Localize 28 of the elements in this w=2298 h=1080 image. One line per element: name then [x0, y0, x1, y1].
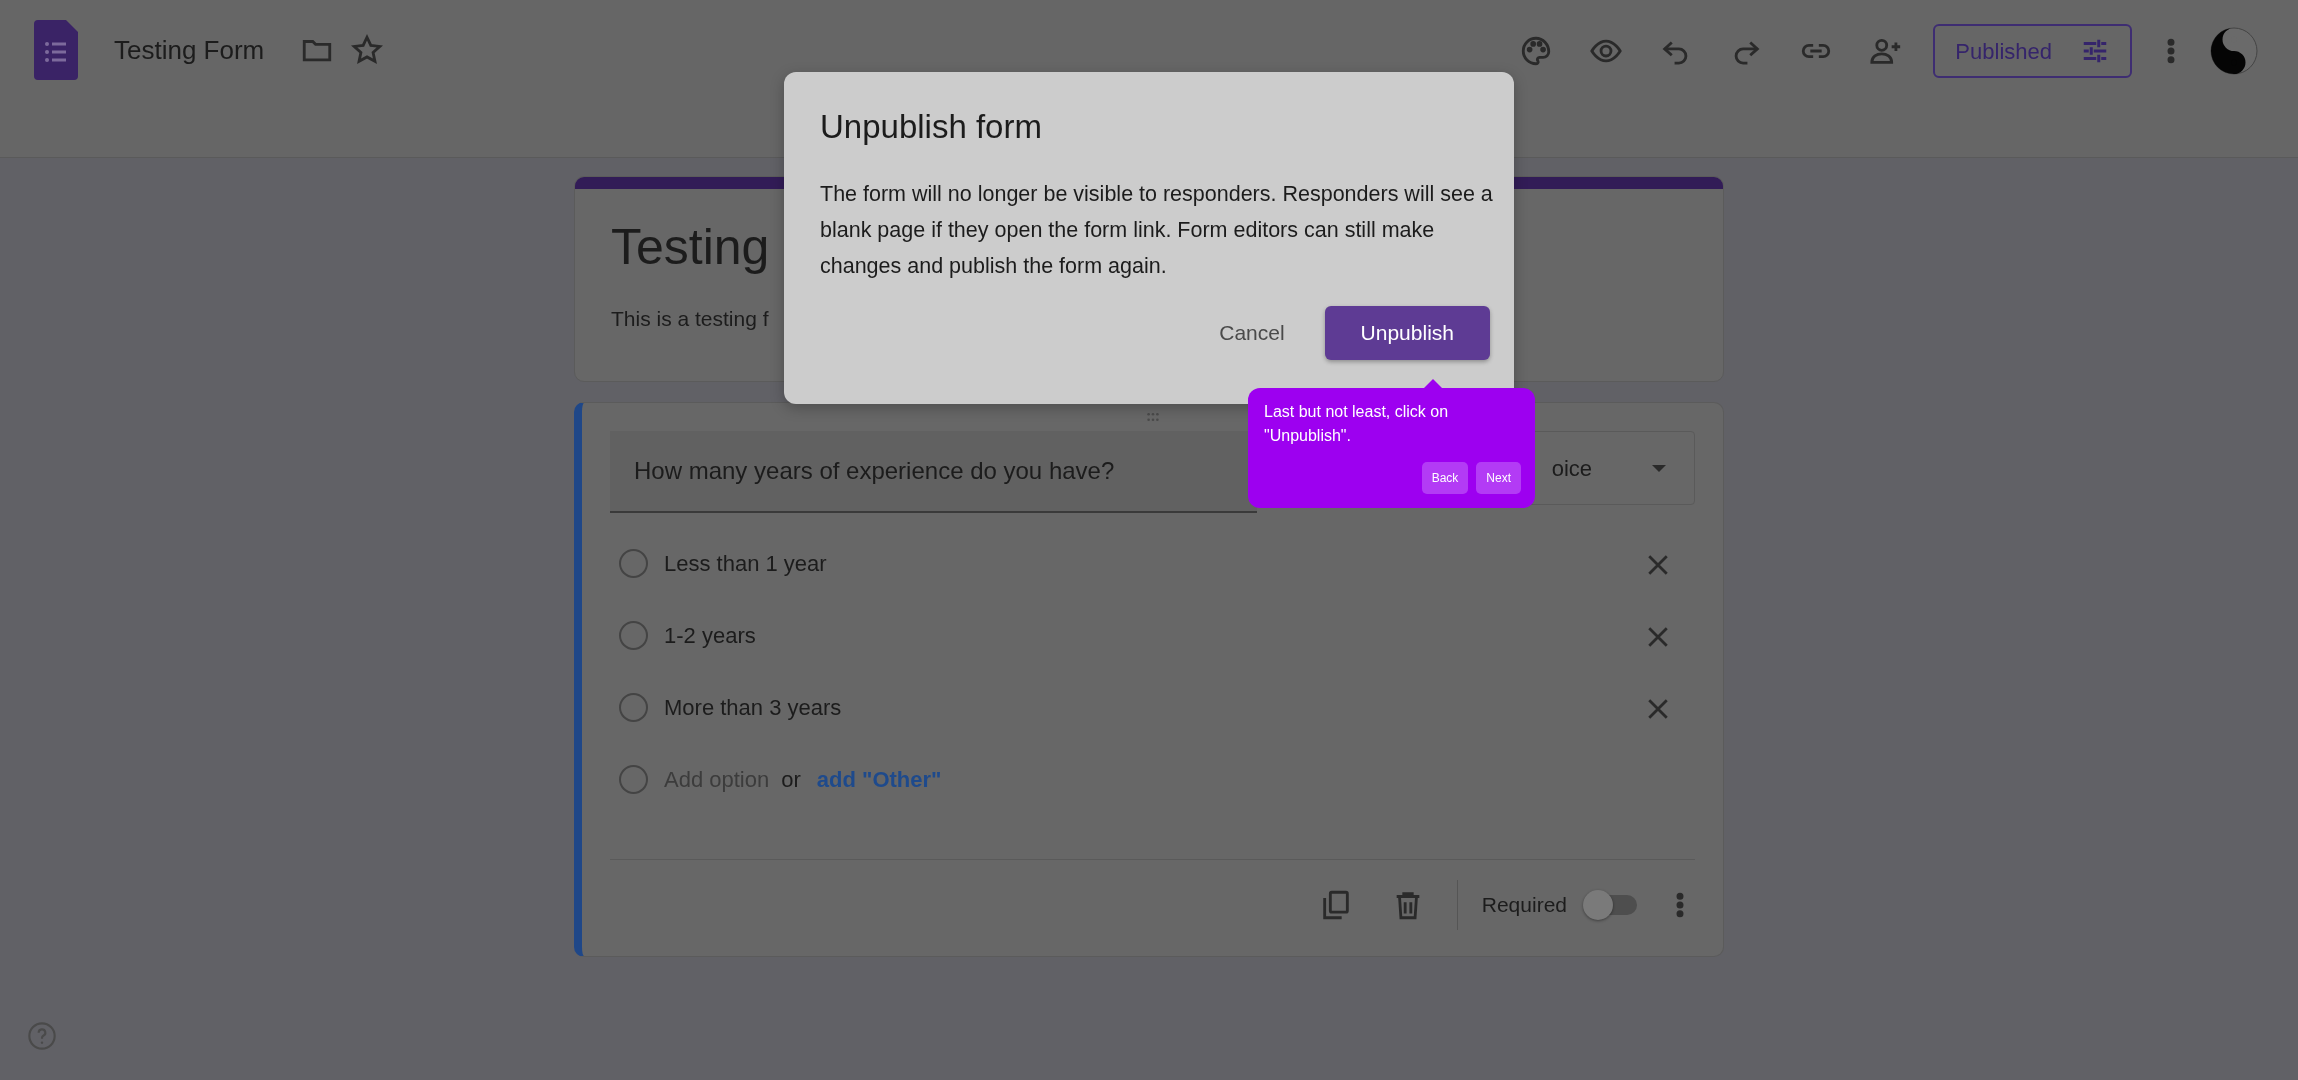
tooltip-message: Last but not least, click on "Unpublish".	[1264, 402, 1450, 446]
avatar-icon[interactable]	[2210, 27, 2258, 75]
published-button[interactable]: Published	[1933, 24, 2132, 78]
forms-logo-icon[interactable]	[34, 20, 78, 80]
dropdown-caret-icon	[1652, 464, 1666, 472]
radio-button[interactable]	[619, 764, 648, 794]
help-icon[interactable]	[26, 1020, 58, 1052]
add-other-link[interactable]: add "Other"	[816, 762, 942, 796]
cancel-button[interactable]: Cancel	[1195, 305, 1309, 360]
radio-button[interactable]	[619, 548, 648, 578]
form-heading: Testing	[611, 219, 770, 275]
dialog-title: Unpublish form	[820, 107, 1043, 147]
dialog-message: The form will no longer be visible to responders. Responders will see a blank page if they open the form link. Form editors can still make changes and publish the form again.	[820, 180, 1494, 280]
unpublish-button[interactable]: Unpublish	[1324, 305, 1490, 360]
form-description: This is a testing f	[611, 307, 769, 330]
radio-button[interactable]	[619, 692, 648, 722]
radio-button[interactable]	[619, 620, 648, 650]
required-toggle[interactable]	[1583, 890, 1639, 920]
option-label[interactable]: 1-2 years	[664, 618, 756, 652]
question-title-field[interactable]: How many years of experience do you have?	[610, 431, 1257, 513]
or-text: or	[781, 765, 801, 794]
next-button[interactable]: Next	[1476, 462, 1521, 494]
form-title[interactable]: Testing Form	[114, 30, 265, 70]
option-label[interactable]: Less than 1 year	[664, 546, 827, 580]
required-label: Required	[1481, 892, 1567, 919]
back-button[interactable]: Back	[1421, 462, 1469, 494]
star-icon[interactable]	[350, 33, 385, 67]
option-label[interactable]: More than 3 years	[664, 690, 842, 724]
